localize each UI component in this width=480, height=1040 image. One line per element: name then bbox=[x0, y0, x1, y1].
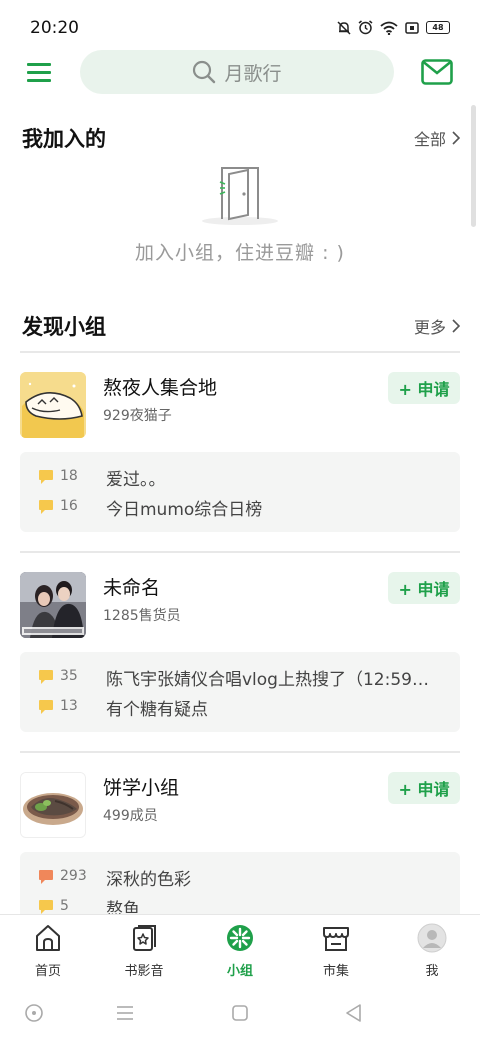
post-item[interactable]: 5 熬鱼 bbox=[20, 893, 460, 914]
status-icons: 48 bbox=[337, 20, 450, 35]
top-bar: 月歌行 bbox=[0, 50, 480, 96]
group-posts: 35 陈飞宇张婧仪合唱vlog上热搜了（12:59总… 13 有个糖有疑点 bbox=[20, 652, 460, 732]
comment-bubble-icon bbox=[39, 470, 53, 484]
post-item[interactable]: 18 爱过。。 bbox=[20, 463, 460, 491]
comment-count: 13 bbox=[60, 698, 78, 714]
post-item[interactable]: 293 深秋的色彩 bbox=[20, 863, 460, 891]
system-nav-bar bbox=[0, 986, 480, 1040]
post-title: 有个糖有疑点 bbox=[106, 700, 208, 720]
recent-apps-icon[interactable] bbox=[113, 1001, 137, 1025]
chevron-right-icon bbox=[452, 319, 460, 333]
group-card[interactable]: 未命名 1285售货员 + 申请 35 陈飞宇张婧仪合唱vlog上热搜了（12:… bbox=[0, 552, 480, 732]
door-icon bbox=[202, 167, 278, 225]
comment-count: 35 bbox=[60, 668, 78, 684]
wifi-icon bbox=[380, 21, 398, 35]
group-members: 929夜猫子 bbox=[103, 408, 172, 424]
apply-button[interactable]: + 申请 bbox=[388, 372, 460, 404]
nav-me[interactable]: 我 bbox=[384, 915, 480, 987]
comment-count: 18 bbox=[60, 468, 78, 484]
comment-bubble-icon bbox=[39, 500, 53, 514]
comment-bubble-icon bbox=[39, 900, 53, 914]
menu-button[interactable] bbox=[27, 60, 53, 84]
apply-button[interactable]: + 申请 bbox=[388, 572, 460, 604]
comment-count: 16 bbox=[60, 498, 78, 514]
group-posts: 18 爱过。。 16 今日mumo综合日榜 bbox=[20, 452, 460, 532]
nav-group[interactable]: 小组 bbox=[192, 915, 288, 987]
post-item[interactable]: 13 有个糖有疑点 bbox=[20, 693, 460, 721]
group-name[interactable]: 未命名 bbox=[103, 573, 160, 600]
mute-bell-icon bbox=[337, 20, 351, 35]
scrollbar[interactable] bbox=[471, 105, 476, 227]
apply-button[interactable]: + 申请 bbox=[388, 772, 460, 804]
search-placeholder: 月歌行 bbox=[224, 62, 282, 85]
book-movie-music-icon bbox=[133, 925, 156, 951]
comment-count: 293 bbox=[60, 868, 87, 884]
group-card[interactable]: 熬夜人集合地 929夜猫子 + 申请 18 爱过。。 16 今日mumo综合日榜 bbox=[0, 352, 480, 532]
all-link-label: 全部 bbox=[413, 130, 446, 149]
nav-label: 市集 bbox=[322, 964, 349, 979]
sleeping-cat-image bbox=[20, 372, 86, 438]
group-members: 499成员 bbox=[103, 808, 158, 824]
post-title: 深秋的色彩 bbox=[106, 870, 191, 890]
sim-card-icon bbox=[405, 21, 419, 34]
comment-bubble-icon bbox=[39, 870, 53, 884]
post-title: 熬鱼 bbox=[106, 900, 140, 914]
group-name[interactable]: 熬夜人集合地 bbox=[103, 373, 217, 400]
nav-label: 我 bbox=[425, 964, 439, 979]
post-title: 今日mumo综合日榜 bbox=[106, 500, 263, 520]
pancake-food-image bbox=[21, 773, 85, 837]
alarm-icon bbox=[358, 20, 373, 35]
menu-icon-line bbox=[27, 79, 51, 82]
group-name[interactable]: 饼学小组 bbox=[103, 773, 179, 800]
group-card[interactable]: 饼学小组 499成员 + 申请 293 深秋的色彩 5 熬鱼 bbox=[0, 752, 480, 914]
mail-icon[interactable] bbox=[421, 59, 453, 85]
status-bar: 20:20 48 bbox=[0, 0, 480, 50]
comment-count: 5 bbox=[60, 898, 69, 914]
post-item[interactable]: 16 今日mumo综合日榜 bbox=[20, 493, 460, 521]
group-avatar[interactable] bbox=[20, 572, 86, 638]
post-title: 爱过。。 bbox=[106, 470, 166, 490]
group-members: 1285售货员 bbox=[103, 608, 181, 624]
assistant-icon[interactable] bbox=[22, 1001, 46, 1025]
all-link[interactable]: 全部 bbox=[414, 126, 460, 150]
home-square-icon[interactable] bbox=[228, 1001, 252, 1025]
group-avatar[interactable] bbox=[20, 372, 86, 438]
nav-label: 小组 bbox=[226, 964, 253, 979]
chevron-right-icon bbox=[452, 131, 460, 145]
menu-icon-line bbox=[27, 63, 51, 66]
nav-book-movie-music[interactable]: 书影音 bbox=[96, 915, 192, 987]
nav-label: 书影音 bbox=[124, 964, 164, 979]
couple-photo-image bbox=[20, 572, 86, 638]
nav-market[interactable]: 市集 bbox=[288, 915, 384, 987]
comment-bubble-icon bbox=[39, 700, 53, 714]
group-avatar[interactable] bbox=[20, 772, 86, 838]
home-icon bbox=[36, 925, 60, 951]
search-icon bbox=[193, 60, 216, 84]
nav-label: 首页 bbox=[34, 964, 61, 979]
post-title: 陈飞宇张婧仪合唱vlog上热搜了（12:59总… bbox=[106, 670, 436, 690]
discover-title: 发现小组 bbox=[22, 315, 106, 339]
battery-icon: 48 bbox=[426, 21, 450, 34]
menu-icon-line bbox=[27, 71, 51, 74]
group-posts: 293 深秋的色彩 5 熬鱼 bbox=[20, 852, 460, 914]
discover-section-header: 发现小组 更多 bbox=[22, 311, 460, 341]
more-link-label: 更多 bbox=[413, 318, 446, 337]
joined-section-header: 我加入的 全部 bbox=[22, 123, 460, 153]
empty-state-text: 加入小组，住进豆瓣 : ) bbox=[135, 242, 345, 264]
group-icon bbox=[227, 925, 253, 951]
back-triangle-icon[interactable] bbox=[342, 1001, 366, 1025]
joined-title: 我加入的 bbox=[22, 127, 106, 151]
nav-home[interactable]: 首页 bbox=[0, 915, 96, 987]
more-link[interactable]: 更多 bbox=[414, 314, 460, 338]
bottom-nav: 首页 书影音 小组 市集 我 bbox=[0, 914, 480, 986]
comment-bubble-icon bbox=[39, 670, 53, 684]
post-item[interactable]: 35 陈飞宇张婧仪合唱vlog上热搜了（12:59总… bbox=[20, 663, 460, 691]
main-content[interactable]: 我加入的 全部 加入小组，住进豆瓣 : ) 发现小组 更多 熬夜人集合地 929… bbox=[0, 100, 480, 914]
avatar-icon bbox=[417, 923, 447, 953]
market-icon bbox=[323, 927, 349, 951]
search-bar[interactable]: 月歌行 bbox=[80, 50, 394, 94]
joined-empty-state: 加入小组，住进豆瓣 : ) bbox=[0, 162, 480, 265]
status-time: 20:20 bbox=[30, 18, 79, 38]
